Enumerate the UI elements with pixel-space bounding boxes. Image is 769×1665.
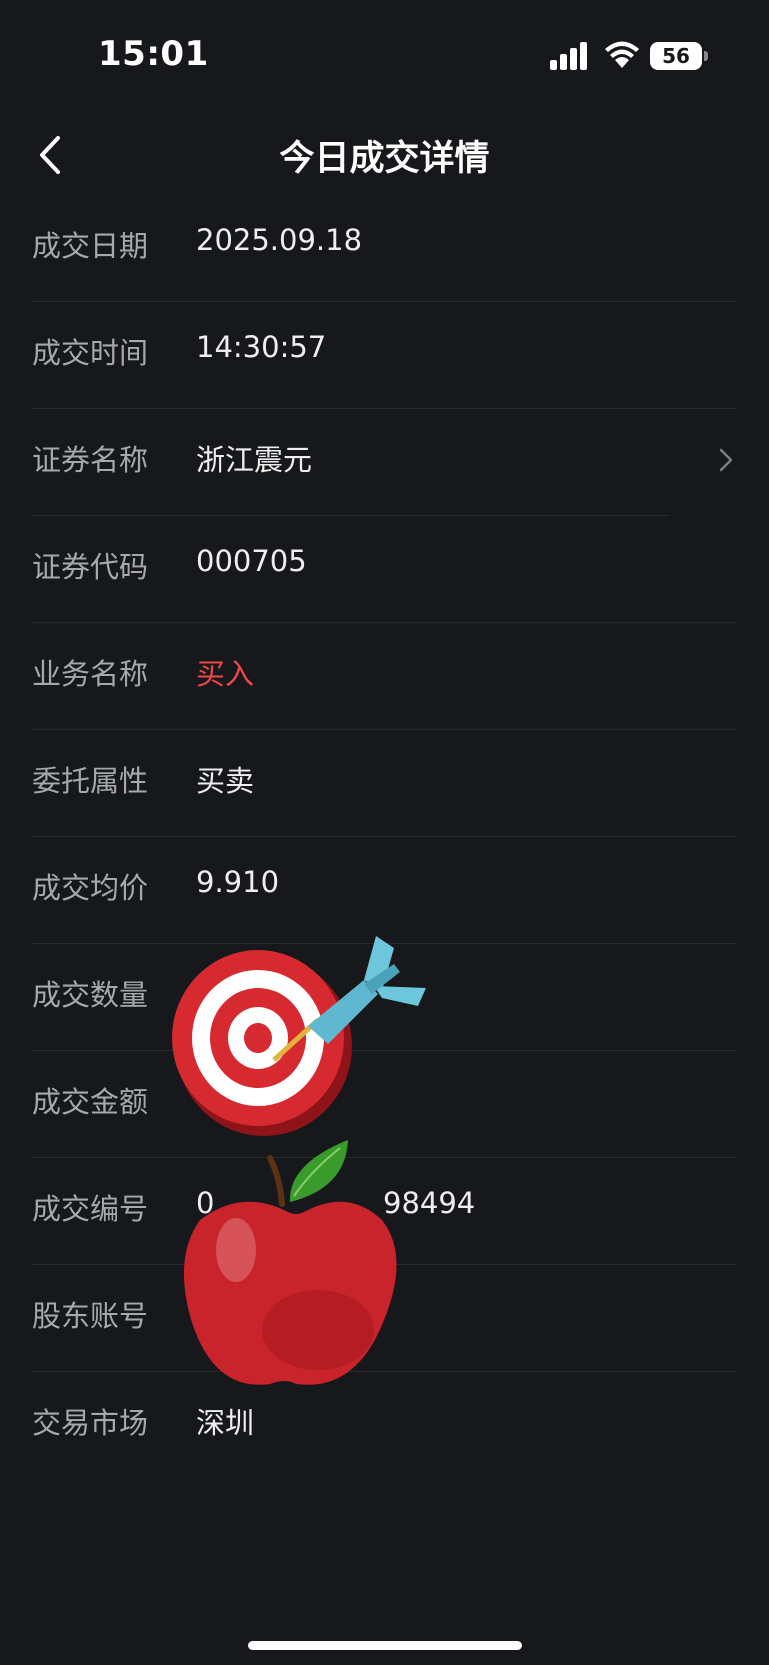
row-value: 000705 <box>196 544 307 578</box>
home-indicator <box>248 1641 522 1650</box>
battery-tip <box>704 51 708 61</box>
row-value: 9.910 <box>196 865 280 899</box>
status-time: 15:01 <box>98 34 209 74</box>
row-label: 业务名称 <box>32 657 149 691</box>
row-label: 证券名称 <box>32 443 149 477</box>
signal-icon <box>550 42 587 70</box>
row-value: 买卖 <box>196 764 255 798</box>
row-trade-time: 成交时间 14:30:57 <box>0 302 769 409</box>
row-value: 买入 <box>196 657 255 691</box>
row-label: 成交日期 <box>32 229 149 263</box>
row-security-code: 证券代码 000705 <box>0 516 769 623</box>
wifi-icon <box>605 41 639 68</box>
row-label: 交易市场 <box>32 1406 149 1440</box>
row-order-attribute: 委托属性 买卖 <box>0 730 769 837</box>
row-value: 深圳 <box>196 1406 255 1440</box>
row-business-name: 业务名称 买入 <box>0 623 769 730</box>
row-label: 成交数量 <box>32 978 149 1012</box>
row-label: 成交金额 <box>32 1085 149 1119</box>
row-label: 成交时间 <box>32 336 149 370</box>
row-label: 证券代码 <box>32 550 149 584</box>
row-trade-date: 成交日期 2025.09.18 <box>0 195 769 302</box>
row-label: 成交编号 <box>32 1192 149 1226</box>
row-value: 2025.09.18 <box>196 223 363 257</box>
row-security-name[interactable]: 证券名称 浙江震元 <box>0 409 769 516</box>
row-value: 浙江震元 <box>196 443 313 477</box>
chevron-right-icon <box>719 448 733 472</box>
status-bar: 15:01 56 <box>0 0 769 110</box>
row-label: 股东账号 <box>32 1299 149 1333</box>
battery-icon: 56 <box>650 42 702 70</box>
row-label: 委托属性 <box>32 764 149 798</box>
row-label: 成交均价 <box>32 871 149 905</box>
nav-bar: 今日成交详情 <box>0 110 769 205</box>
page-title: 今日成交详情 <box>279 139 490 179</box>
red-apple-icon <box>183 1140 397 1385</box>
dart-target-icon <box>172 936 426 1136</box>
row-value: 14:30:57 <box>196 330 327 364</box>
